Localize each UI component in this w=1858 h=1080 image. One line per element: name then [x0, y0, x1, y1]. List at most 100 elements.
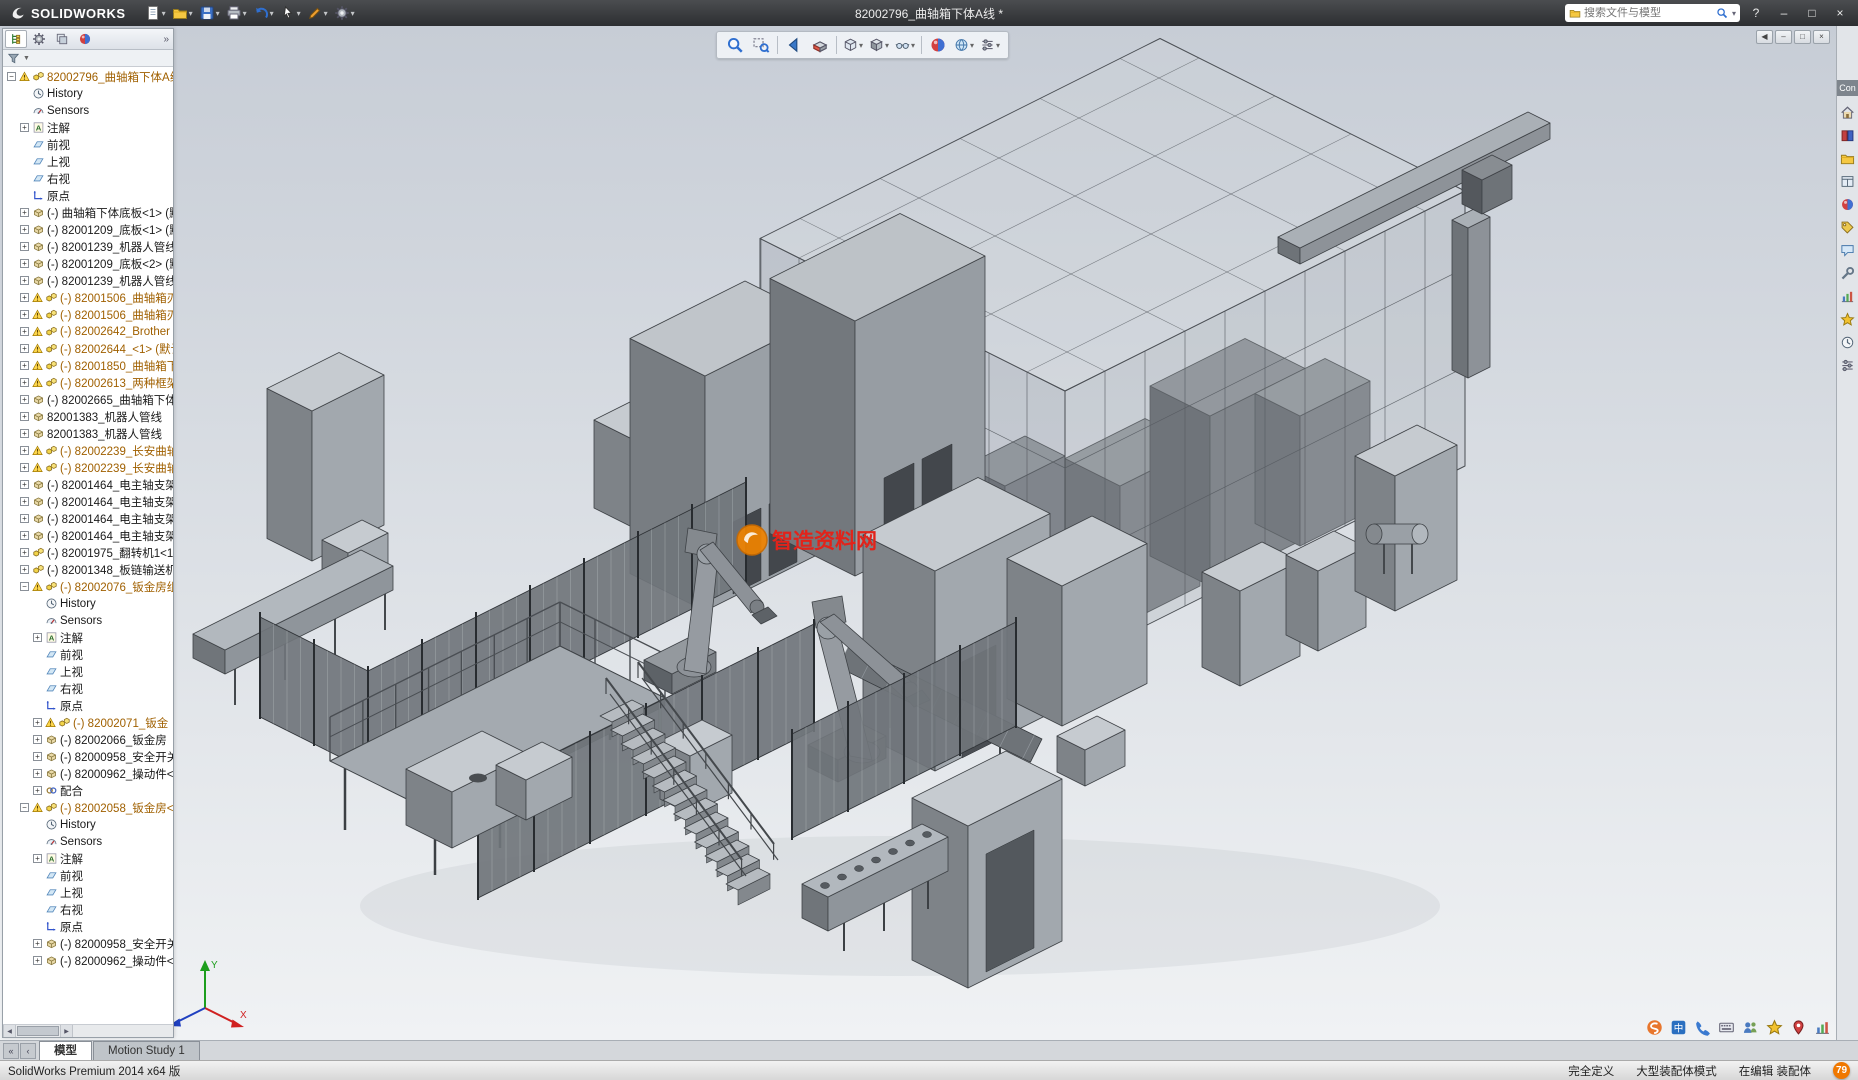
history-tab[interactable]	[1838, 332, 1858, 352]
tree-item[interactable]: 原点	[3, 187, 173, 204]
tree-item[interactable]: + (-) 82000962_操动件<	[3, 952, 173, 969]
print-button[interactable]: ▾	[223, 2, 250, 24]
minimize-panel-button[interactable]: –	[1775, 30, 1792, 44]
solidworks-logo-icon[interactable]	[1644, 1017, 1664, 1037]
open-button[interactable]: ▾	[169, 2, 196, 24]
view-settings-button[interactable]: ▾	[977, 33, 1003, 57]
tree-item[interactable]: 上视	[3, 153, 173, 170]
tree-item[interactable]: + (-) 82002239_长安曲轴	[3, 442, 173, 459]
tree-item[interactable]: + (-) 82001506_曲轴箱刃	[3, 306, 173, 323]
tree-item[interactable]: 原点	[3, 918, 173, 935]
graphics-viewport[interactable]: 智造资料网YXZ	[0, 26, 1858, 1040]
tree-item[interactable]: 前视	[3, 867, 173, 884]
expand-icon[interactable]: +	[20, 395, 29, 404]
tree-item[interactable]: + A 注解	[3, 850, 173, 867]
undo-button[interactable]: ▾	[250, 2, 277, 24]
filter-caret[interactable]: ▼	[23, 55, 30, 62]
tree-item[interactable]: Sensors	[3, 833, 173, 850]
select-button[interactable]: ▾	[277, 2, 304, 24]
tree-item[interactable]: − (-) 82002076_钣金房组	[3, 578, 173, 595]
tree-item[interactable]: + (-) 82001464_电主轴支架	[3, 476, 173, 493]
tree-item[interactable]: − (-) 82002058_钣金房<	[3, 799, 173, 816]
apply-scene-button[interactable]: ▾	[951, 33, 977, 57]
expand-icon[interactable]: +	[20, 514, 29, 523]
tree-item[interactable]: + A 注解	[3, 119, 173, 136]
propertymanager-tab[interactable]	[28, 30, 50, 48]
restore-panel-button[interactable]: □	[1794, 30, 1811, 44]
expand-icon[interactable]: +	[20, 497, 29, 506]
scroll-thumb[interactable]	[17, 1026, 59, 1036]
filter-icon[interactable]	[7, 52, 20, 65]
expand-icon[interactable]: +	[20, 463, 29, 472]
collapse-panel-button[interactable]: ◀	[1756, 30, 1773, 44]
scroll-left-arrow[interactable]: ◀	[3, 1025, 16, 1037]
tree-item[interactable]: + (-) 82000958_安全开关	[3, 935, 173, 952]
search-icon[interactable]	[1716, 7, 1728, 19]
tree-item[interactable]: + (-) 82001464_电主轴支架	[3, 493, 173, 510]
appearances-scenes-tab[interactable]	[1838, 194, 1858, 214]
close-panel-button[interactable]: ×	[1813, 30, 1830, 44]
configurationmanager-tab[interactable]	[51, 30, 73, 48]
expand-icon[interactable]: +	[20, 310, 29, 319]
expand-icon[interactable]: +	[33, 939, 42, 948]
favorites-icon[interactable]	[1764, 1017, 1784, 1037]
phone-icon[interactable]	[1692, 1017, 1712, 1037]
edit-appearance-button[interactable]	[925, 33, 951, 57]
expand-icon[interactable]: +	[33, 956, 42, 965]
tree-item[interactable]: + (-) 曲轴箱下体底板<1> (默	[3, 204, 173, 221]
tree-item[interactable]: + (-) 82002071_钣金	[3, 714, 173, 731]
hide-show-items-button[interactable]: ▾	[892, 33, 918, 57]
tree-item[interactable]: History	[3, 85, 173, 102]
zoom-to-fit-button[interactable]	[722, 33, 748, 57]
tree-item[interactable]: 前视	[3, 136, 173, 153]
search-options-caret[interactable]: ▾	[1732, 9, 1736, 18]
section-view-button[interactable]	[807, 33, 833, 57]
tree-item[interactable]: Sensors	[3, 102, 173, 119]
tab-scroll-prev[interactable]: ‹	[20, 1043, 36, 1059]
featuremanager-tab[interactable]	[5, 30, 27, 48]
notification-badge[interactable]: 79	[1833, 1062, 1850, 1079]
collapse-icon[interactable]: −	[20, 803, 29, 812]
tree-item[interactable]: 上视	[3, 663, 173, 680]
tree-item[interactable]: + (-) 82001506_曲轴箱刃	[3, 289, 173, 306]
document-tab[interactable]: 模型	[39, 1041, 92, 1060]
displaymanager-tab[interactable]	[74, 30, 96, 48]
sketch-button[interactable]: ▾	[304, 2, 331, 24]
help-button[interactable]: ?	[1744, 4, 1768, 22]
tree-item[interactable]: + (-) 82002642_Brother	[3, 323, 173, 340]
expand-icon[interactable]: +	[20, 480, 29, 489]
tree-item[interactable]: − 82002796_曲轴箱下体A线 (主	[3, 68, 173, 85]
expand-icon[interactable]: +	[20, 531, 29, 540]
close-button[interactable]: ×	[1828, 4, 1852, 22]
settings-tab[interactable]	[1838, 355, 1858, 375]
scroll-right-arrow[interactable]: ▶	[60, 1025, 73, 1037]
file-explorer-tab[interactable]	[1838, 148, 1858, 168]
keyboard-icon[interactable]	[1716, 1017, 1736, 1037]
forum-tab[interactable]	[1838, 240, 1858, 260]
tree-item[interactable]: History	[3, 595, 173, 612]
tree-item[interactable]: + (-) 82001464_电主轴支架	[3, 510, 173, 527]
tree-item[interactable]: + (-) 82001209_底板<2> (默	[3, 255, 173, 272]
new-document-button[interactable]: ▾	[142, 2, 169, 24]
expand-icon[interactable]: +	[20, 412, 29, 421]
expand-icon[interactable]: +	[33, 752, 42, 761]
tree-item[interactable]: +82001383_机器人管线	[3, 425, 173, 442]
previous-view-button[interactable]	[781, 33, 807, 57]
expand-icon[interactable]: +	[20, 327, 29, 336]
tree-item[interactable]: + (-) 82001850_曲轴箱下	[3, 357, 173, 374]
tree-item[interactable]: + (-) 82000958_安全开关	[3, 748, 173, 765]
collapse-icon[interactable]: −	[7, 72, 16, 81]
expand-icon[interactable]: +	[20, 225, 29, 234]
tree-horizontal-scrollbar[interactable]: ◀ ▶	[3, 1024, 173, 1037]
panel-tabs-overflow[interactable]: »	[163, 34, 171, 45]
zoom-to-area-button[interactable]	[748, 33, 774, 57]
expand-icon[interactable]: +	[20, 565, 29, 574]
task-pane-header[interactable]: Con	[1837, 80, 1858, 96]
expand-icon[interactable]: +	[20, 276, 29, 285]
tree-item[interactable]: 右视	[3, 680, 173, 697]
favorites-tab[interactable]	[1838, 309, 1858, 329]
tree-item[interactable]: 上视	[3, 884, 173, 901]
expand-icon[interactable]: +	[20, 429, 29, 438]
search-input[interactable]	[1584, 7, 1713, 19]
tree-item[interactable]: + (-) 82002066_钣金房	[3, 731, 173, 748]
